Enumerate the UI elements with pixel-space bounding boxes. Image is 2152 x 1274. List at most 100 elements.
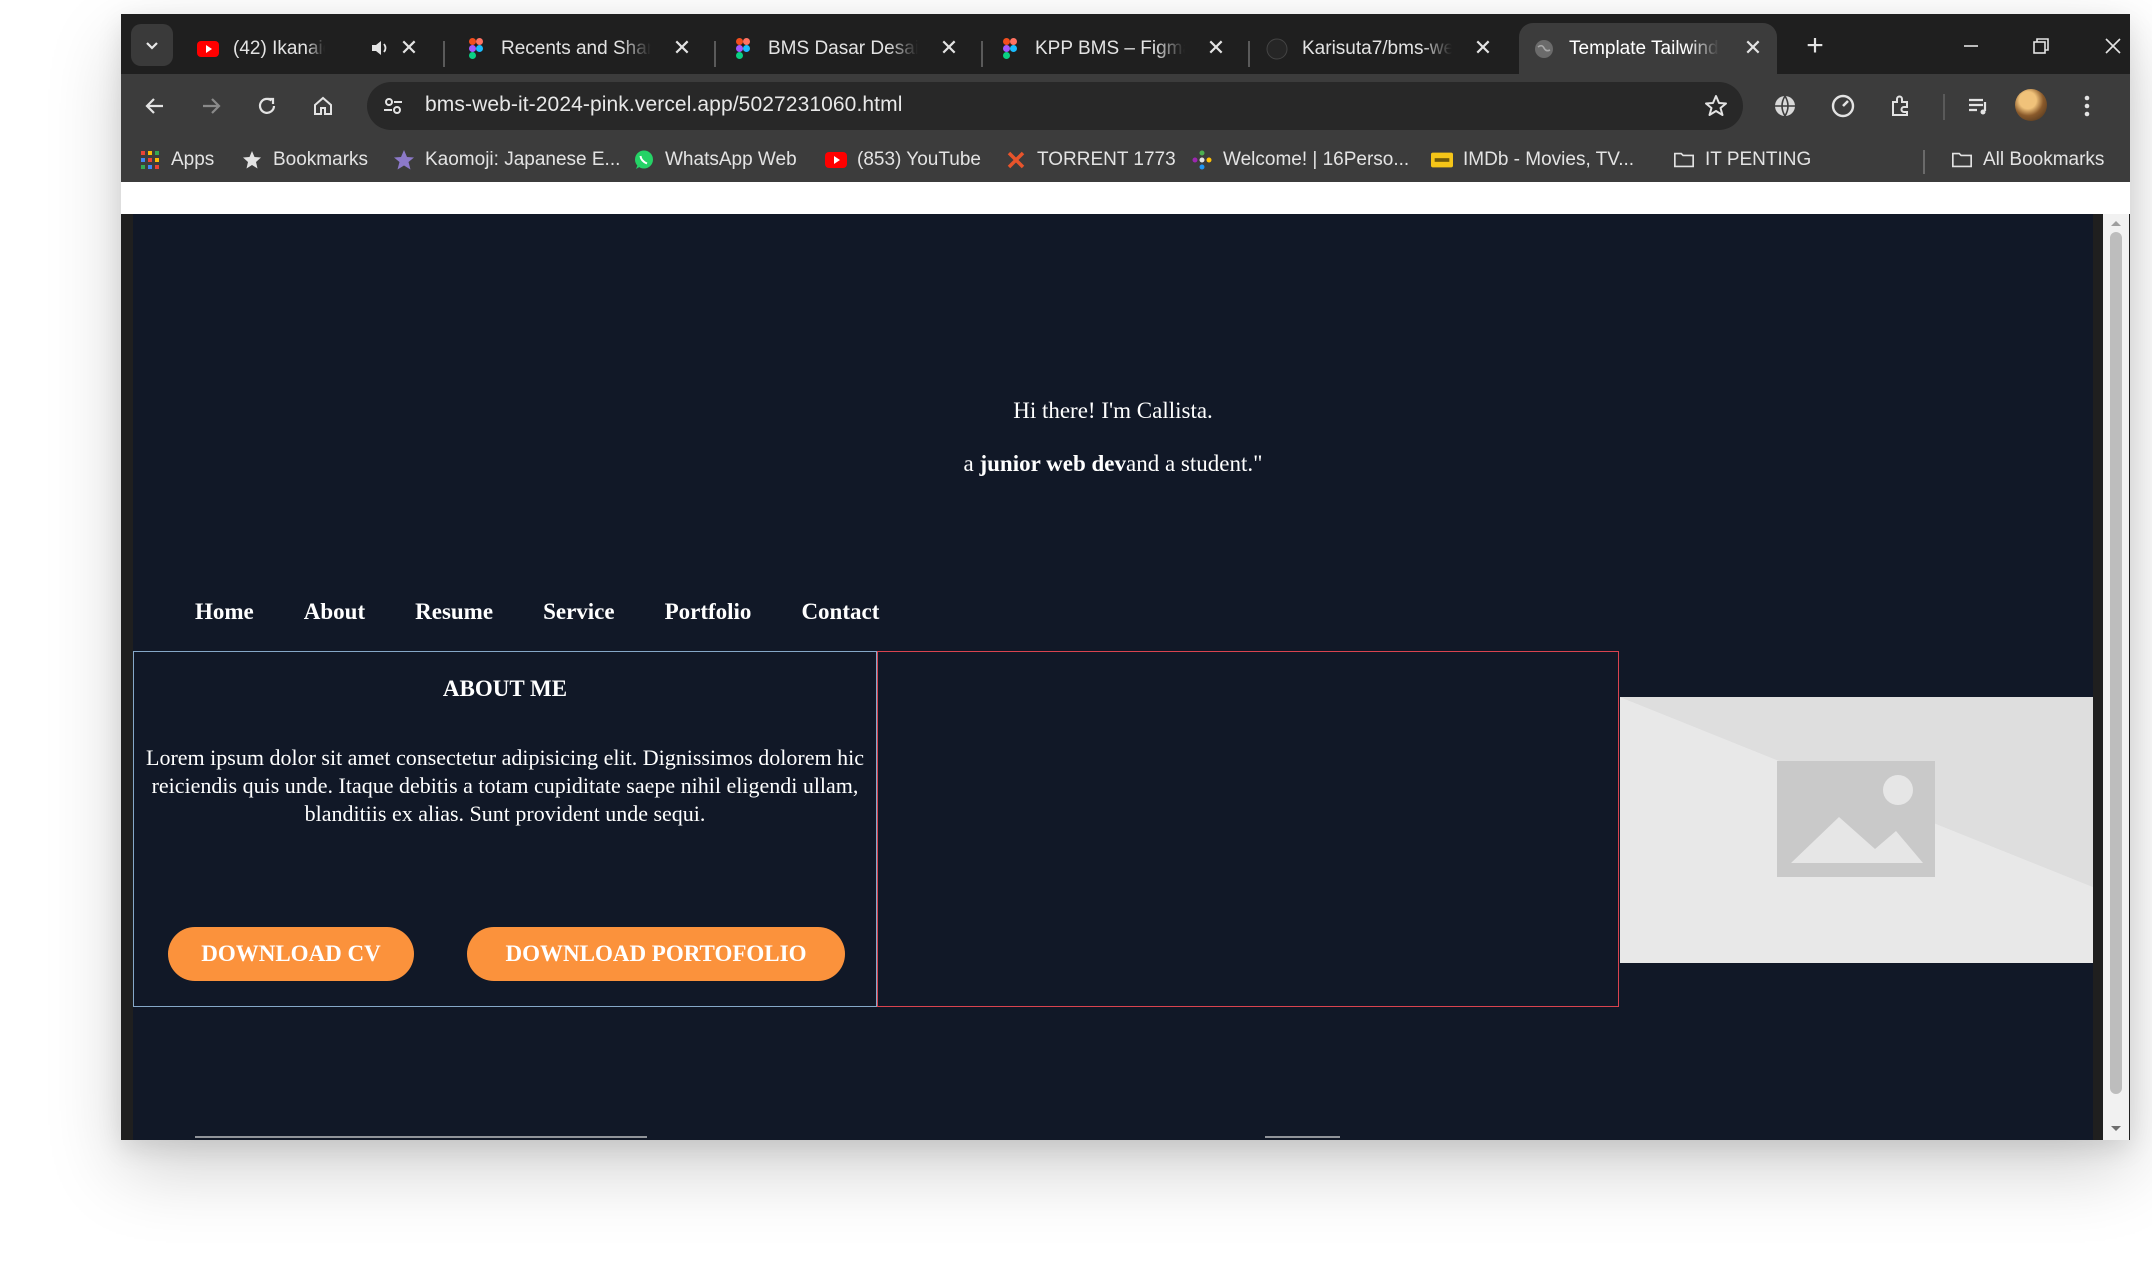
bookmark-label: IT PENTING [1705, 149, 1812, 170]
bookmark-torrent[interactable]: TORRENT 1773 [1005, 146, 1176, 174]
bookmark-whatsapp[interactable]: WhatsApp Web [633, 146, 797, 174]
site-info-icon[interactable] [381, 94, 405, 118]
tab-title: KPP BMS – Figma [1035, 37, 1185, 59]
tab-title: Karisuta7/bms-wel [1302, 37, 1452, 59]
bookmark-apps[interactable]: Apps [139, 146, 214, 174]
tab-bms-dasar-desain[interactable]: BMS Dasar Desain ✕ [718, 23, 973, 74]
close-tab-icon[interactable]: ✕ [1741, 36, 1765, 60]
about-text: Lorem ipsum dolor sit amet consectetur a… [146, 745, 864, 826]
bookmark-star-icon[interactable] [1703, 93, 1729, 119]
scrollbar-thumb[interactable] [2110, 232, 2122, 1094]
star-icon [241, 149, 263, 171]
16personalities-icon [1191, 149, 1213, 171]
bookmark-label: Bookmarks [273, 149, 369, 170]
tab-title: (42) Ikanaide [ [233, 37, 325, 59]
translate-extension-icon[interactable] [1769, 90, 1801, 122]
nav-link-contact[interactable]: Contact [801, 599, 879, 625]
speed-dial-extension-icon[interactable] [1827, 90, 1859, 122]
forward-button[interactable] [191, 86, 231, 126]
media-queue-icon[interactable] [1963, 90, 1995, 122]
folder-icon [1951, 149, 1973, 171]
tagline-suffix: and a student." [1126, 451, 1263, 476]
bookmark-label: (853) YouTube [857, 149, 981, 170]
address-bar[interactable]: bms-web-it-2024-pink.vercel.app/50272310… [367, 82, 1743, 130]
tab-search-button[interactable] [131, 24, 173, 66]
image-placeholder [1620, 697, 2093, 963]
bookmark-16personalities[interactable]: Welcome! | 16Perso... [1191, 146, 1409, 174]
tab-kpp-bms-figma[interactable]: KPP BMS – Figma ✕ [985, 23, 1240, 74]
figma-icon [732, 38, 754, 60]
speaker-icon[interactable] [369, 37, 391, 59]
tab-template-tailwind[interactable]: Template Tailwind ✕ [1519, 23, 1777, 74]
chrome-page-gap [121, 182, 2130, 214]
extensions-puzzle-icon[interactable] [1885, 90, 1917, 122]
close-tab-icon[interactable]: ✕ [1471, 36, 1495, 60]
home-icon [314, 96, 332, 115]
hero-greeting: Hi there! I'm Callista. [1013, 398, 1213, 423]
nav-link-home[interactable]: Home [195, 599, 254, 625]
tab-title: Recents and Sharin [501, 37, 651, 59]
bookmark-label: WhatsApp Web [665, 149, 797, 170]
bookmark-kaomoji[interactable]: Kaomoji: Japanese E... [393, 146, 620, 174]
github-icon [1266, 38, 1288, 60]
youtube-icon [825, 149, 847, 171]
profile-avatar[interactable] [2015, 89, 2047, 121]
toolbar-separator [1943, 94, 1945, 120]
tab-github[interactable]: Karisuta7/bms-wel ✕ [1252, 23, 1507, 74]
restore-icon [2033, 38, 2049, 54]
about-title: ABOUT ME [442, 676, 568, 701]
reload-button[interactable] [247, 86, 287, 126]
close-window-button[interactable] [2093, 28, 2130, 64]
bookmark-label: Kaomoji: Japanese E... [425, 149, 621, 170]
nav-link-service[interactable]: Service [543, 599, 615, 625]
bookmark-label: Apps [171, 149, 215, 170]
back-button[interactable] [135, 86, 175, 126]
tab-strip: (42) Ikanaide [ ✕ Recents and Sharin ✕ B… [121, 14, 2130, 74]
bookmark-label: All Bookmarks [1983, 149, 2105, 170]
close-icon [2105, 38, 2121, 54]
bookmark-youtube[interactable]: (853) YouTube [825, 146, 981, 174]
nav-link-resume[interactable]: Resume [415, 599, 493, 625]
divider-line [1265, 1136, 1340, 1138]
whatsapp-icon [633, 149, 655, 171]
toolbar: bms-web-it-2024-pink.vercel.app/50272310… [121, 74, 2130, 138]
close-tab-icon[interactable]: ✕ [937, 36, 961, 60]
globe-icon [1533, 38, 1555, 60]
download-portfolio-button[interactable]: DOWNLOAD PORTOFOLIO [467, 927, 845, 981]
bookmark-label: TORRENT 1773 [1037, 149, 1176, 170]
chevron-down-icon [146, 42, 158, 50]
close-tab-icon[interactable]: ✕ [1204, 36, 1228, 60]
minimize-button[interactable] [1951, 28, 1991, 64]
nav-link-portfolio[interactable]: Portfolio [665, 599, 752, 625]
nav-link-about[interactable]: About [304, 599, 365, 625]
about-section: ABOUT ME Lorem ipsum dolor sit amet cons… [133, 651, 877, 1007]
tab-separator [981, 41, 983, 67]
tab-separator [1248, 41, 1250, 67]
scroll-down-arrow-icon[interactable] [2109, 1124, 2123, 1134]
bookmark-imdb[interactable]: IMDb - Movies, TV... [1431, 146, 1634, 174]
bookmark-label: Welcome! | 16Perso... [1223, 149, 1410, 170]
close-tab-icon[interactable]: ✕ [670, 36, 694, 60]
tab-recents[interactable]: Recents and Sharin ✕ [451, 23, 706, 74]
youtube-icon [197, 38, 219, 60]
tab-separator [443, 41, 445, 67]
bookmark-bookmarks[interactable]: Bookmarks [241, 146, 368, 174]
download-cv-button[interactable]: DOWNLOAD CV [168, 927, 414, 981]
home-button[interactable] [303, 86, 343, 126]
page-viewport: Hi there! I'm Callista. a junior web dev… [133, 214, 2093, 1140]
vertical-scrollbar[interactable] [2103, 214, 2129, 1140]
new-tab-button[interactable]: + [1798, 30, 1832, 64]
tagline-prefix: a [963, 451, 980, 476]
imdb-icon [1431, 149, 1453, 171]
scroll-up-arrow-icon[interactable] [2109, 218, 2123, 228]
close-tab-icon[interactable]: ✕ [397, 36, 421, 60]
chrome-menu-icon[interactable] [2071, 90, 2103, 122]
apps-grid-icon [139, 149, 161, 171]
bookmark-folder-all-bookmarks[interactable]: All Bookmarks [1951, 146, 2104, 174]
bookmark-folder-it-penting[interactable]: IT PENTING [1673, 146, 1811, 174]
restore-button[interactable] [2021, 28, 2061, 64]
bookmarks-separator [1923, 150, 1925, 174]
minimize-icon [1964, 45, 1978, 47]
url-text[interactable]: bms-web-it-2024-pink.vercel.app/50272310… [425, 93, 902, 117]
tab-youtube[interactable]: (42) Ikanaide [ ✕ [183, 23, 433, 74]
